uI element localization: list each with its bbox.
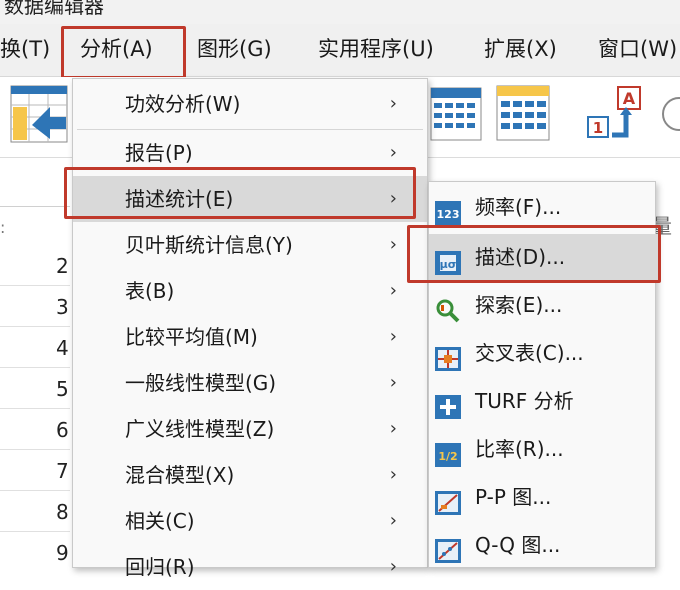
menu-item-label: 描述统计(E) — [125, 187, 234, 211]
row-divider — [0, 490, 70, 491]
ratio-icon: 1/2 — [435, 437, 461, 467]
menu-item-generalized-linear-models[interactable]: 广义线性模型(Z) › — [73, 406, 427, 452]
submenu-item-turf-analysis[interactable]: TURF 分析 — [429, 378, 659, 424]
menu-item-label: 一般线性模型(G) — [125, 371, 277, 395]
submenu-item-qq-plots[interactable]: Q-Q 图... — [429, 522, 659, 568]
menu-item-label: 表(B) — [125, 279, 175, 303]
menu-item-compare-means[interactable]: 比较平均值(M) › — [73, 314, 427, 360]
chevron-right-icon: › — [389, 142, 397, 163]
submenu-item-label: Q-Q 图... — [475, 533, 561, 557]
qq-plot-icon — [435, 533, 461, 563]
descriptive-statistics-submenu: 123 频率(F)... μσ 描述(D)... 探索(E)... 交叉表(C)… — [428, 181, 659, 568]
menu-extensions[interactable]: 扩展(X) — [484, 34, 557, 64]
menu-item-label: 广义线性模型(Z) — [125, 417, 275, 441]
menu-item-mixed-models[interactable]: 混合模型(X) › — [73, 452, 427, 498]
submenu-item-frequencies[interactable]: 123 频率(F)... — [429, 184, 659, 230]
menu-item-tables[interactable]: 表(B) › — [73, 268, 427, 314]
chevron-right-icon: › — [389, 93, 397, 114]
menu-item-label: 功效分析(W) — [125, 92, 241, 116]
menu-item-label: 相关(C) — [125, 509, 195, 533]
search-circle-icon[interactable] — [662, 97, 680, 131]
row-divider — [0, 326, 70, 327]
menu-item-descriptive-statistics[interactable]: 描述统计(E) › — [73, 176, 427, 222]
menu-item-reports[interactable]: 报告(P) › — [73, 130, 427, 176]
submenu-item-descriptives[interactable]: μσ 描述(D)... — [429, 234, 659, 280]
submenu-item-label: 交叉表(C)... — [475, 341, 584, 365]
explore-icon — [435, 293, 461, 323]
svg-text:123: 123 — [437, 208, 460, 221]
menu-analyze[interactable]: 分析(A) — [80, 34, 153, 64]
submenu-item-label: 频率(F)... — [475, 195, 562, 219]
menu-transform[interactable]: 换(T) — [0, 34, 50, 64]
goto-case-icon[interactable] — [10, 85, 68, 147]
row-divider — [0, 367, 70, 368]
analyze-menu: 功效分析(W) › 报告(P) › 描述统计(E) › 贝叶斯统计信息(Y) ›… — [72, 78, 428, 579]
header-fragment-left: : — [0, 218, 6, 237]
menu-item-correlate[interactable]: 相关(C) › — [73, 498, 427, 544]
chevron-right-icon: › — [389, 418, 397, 439]
menu-item-label: 贝叶斯统计信息(Y) — [125, 233, 293, 257]
menu-item-general-linear-model[interactable]: 一般线性模型(G) › — [73, 360, 427, 406]
dataset-grid-icon[interactable] — [496, 85, 550, 145]
svg-text:1: 1 — [593, 119, 603, 137]
header-divider — [0, 206, 70, 207]
pp-plot-icon — [435, 485, 461, 515]
menu-item-label: 比较平均值(M) — [125, 325, 258, 349]
submenu-item-label: 探索(E)... — [475, 293, 563, 317]
submenu-item-ratio[interactable]: 1/2 比率(R)... — [429, 426, 659, 472]
menu-item-regression[interactable]: 回归(R) › — [73, 544, 427, 590]
turf-icon — [435, 389, 461, 419]
menu-utilities[interactable]: 实用程序(U) — [318, 34, 434, 64]
row-divider — [0, 285, 70, 286]
chevron-right-icon: › — [389, 326, 397, 347]
menu-item-label: 回归(R) — [125, 555, 195, 579]
menu-item-label: 混合模型(X) — [125, 463, 235, 487]
menu-item-label: 报告(P) — [125, 141, 193, 165]
chevron-right-icon: › — [389, 556, 397, 577]
chevron-right-icon: › — [389, 280, 397, 301]
menu-window[interactable]: 窗口(W) — [598, 34, 677, 64]
submenu-item-label: TURF 分析 — [475, 389, 574, 413]
chevron-right-icon: › — [389, 372, 397, 393]
chevron-right-icon: › — [389, 234, 397, 255]
submenu-item-label: 描述(D)... — [475, 245, 566, 269]
svg-text:A: A — [623, 89, 636, 108]
window-title: 数据编辑器 — [4, 0, 104, 18]
row-divider — [0, 449, 70, 450]
chevron-right-icon: › — [389, 464, 397, 485]
submenu-item-label: P-P 图... — [475, 485, 552, 509]
menu-bar: 换(T) 分析(A) 图形(G) 实用程序(U) 扩展(X) 窗口(W) — [0, 24, 680, 77]
row-divider — [0, 531, 70, 532]
menu-item-power-analysis[interactable]: 功效分析(W) › — [73, 81, 427, 127]
row-divider — [0, 408, 70, 409]
svg-text:μσ: μσ — [440, 258, 457, 271]
variables-grid-icon[interactable] — [430, 87, 482, 145]
frequencies-icon: 123 — [435, 195, 461, 225]
svg-text:1/2: 1/2 — [438, 450, 457, 463]
value-labels-icon[interactable]: A 1 — [586, 85, 648, 147]
descriptives-icon: μσ — [435, 245, 461, 275]
chevron-right-icon: › — [389, 188, 397, 209]
submenu-item-label: 比率(R)... — [475, 437, 564, 461]
chevron-right-icon: › — [389, 510, 397, 531]
menu-graphs[interactable]: 图形(G) — [197, 34, 272, 64]
submenu-item-crosstabs[interactable]: 交叉表(C)... — [429, 330, 659, 376]
crosstabs-icon — [435, 341, 461, 371]
submenu-item-explore[interactable]: 探索(E)... — [429, 282, 659, 328]
menu-item-bayesian-statistics[interactable]: 贝叶斯统计信息(Y) › — [73, 222, 427, 268]
title-bar: 数据编辑器 — [0, 0, 680, 24]
submenu-item-pp-plots[interactable]: P-P 图... — [429, 474, 659, 520]
